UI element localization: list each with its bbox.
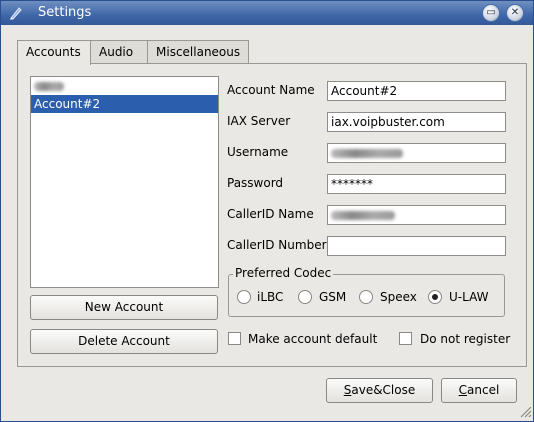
list-item[interactable] (31, 77, 218, 95)
resize-grip-icon[interactable] (518, 404, 532, 418)
codec-ilbc-radio[interactable] (237, 290, 251, 304)
codec-gsm-radio[interactable] (298, 290, 312, 304)
pen-icon (10, 7, 22, 20)
password-label: Password (227, 176, 284, 190)
iax-server-field[interactable]: iax.voipbuster.com (327, 112, 506, 132)
delete-account-button[interactable]: Delete Account (30, 329, 218, 354)
do-not-register-label: Do not register (420, 332, 511, 346)
iax-server-label: IAX Server (227, 114, 291, 128)
save-close-button[interactable]: Save&Close (326, 378, 433, 403)
new-account-button[interactable]: New Account (30, 295, 218, 320)
list-item-selected[interactable]: Account#2 (31, 95, 218, 113)
account-name-label: Account Name (227, 83, 315, 97)
codec-speex-label: Speex (380, 290, 417, 304)
make-default-label: Make account default (248, 332, 378, 346)
username-field[interactable] (327, 143, 506, 163)
tab-audio[interactable]: Audio (90, 40, 148, 63)
callerid-number-field[interactable] (327, 236, 506, 256)
cancel-button[interactable]: Cancel (441, 378, 517, 403)
settings-window: Settings ▭ ✕ Accounts Audio Miscellaneou… (0, 0, 534, 422)
preferred-codec-title: Preferred Codec (233, 266, 334, 280)
window-title: Settings (38, 5, 92, 20)
password-field[interactable]: ******* (327, 174, 506, 194)
title-bar[interactable]: Settings ▭ ✕ (1, 1, 533, 25)
username-label: Username (227, 145, 289, 159)
redacted-text (34, 82, 64, 91)
close-icon[interactable]: ✕ (507, 5, 523, 21)
tab-miscellaneous[interactable]: Miscellaneous (147, 40, 249, 63)
tab-accounts[interactable]: Accounts (17, 40, 91, 65)
accounts-list[interactable]: Account#2 (30, 76, 219, 288)
redacted-text (331, 149, 403, 158)
codec-speex-radio[interactable] (359, 290, 373, 304)
callerid-name-field[interactable] (327, 205, 506, 225)
make-default-checkbox[interactable] (228, 332, 241, 345)
codec-ilbc-label: iLBC (257, 290, 284, 304)
redacted-text (331, 211, 395, 220)
codec-ulaw-radio[interactable] (428, 290, 442, 304)
maximize-icon[interactable]: ▭ (483, 5, 499, 21)
codec-ulaw-label: U-LAW (449, 290, 489, 304)
do-not-register-checkbox[interactable] (399, 332, 412, 345)
account-name-field[interactable]: Account#2 (327, 81, 506, 101)
callerid-number-label: CallerID Number (227, 238, 327, 252)
codec-gsm-label: GSM (319, 290, 347, 304)
callerid-name-label: CallerID Name (227, 207, 314, 221)
